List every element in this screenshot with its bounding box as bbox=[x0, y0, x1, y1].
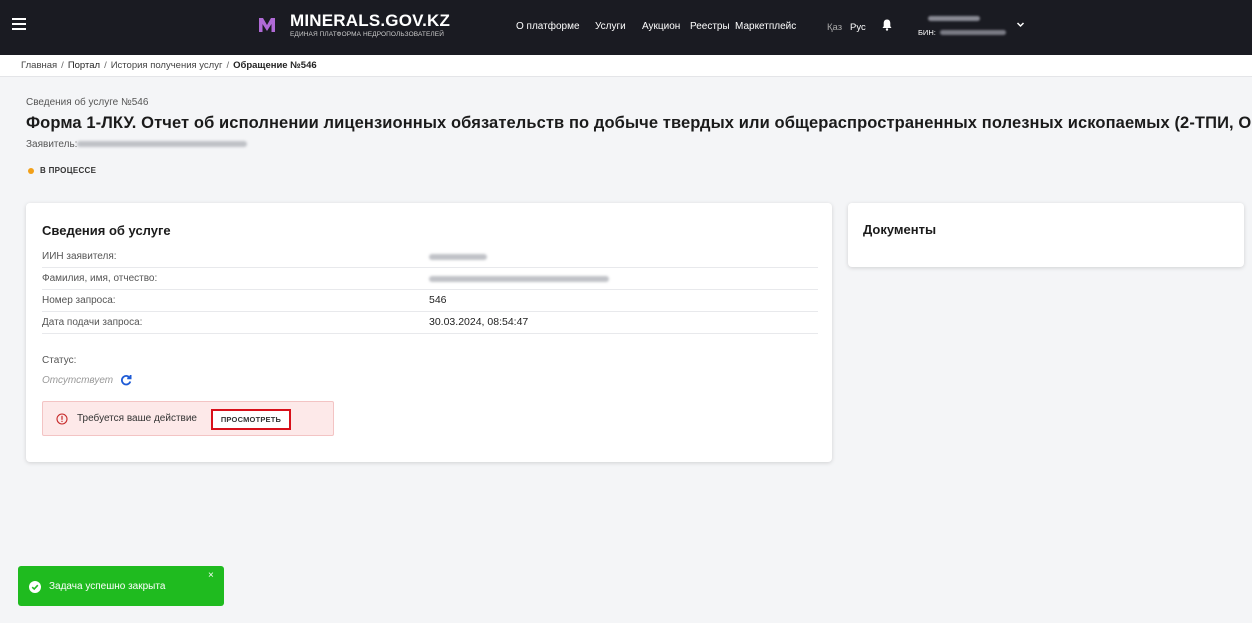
breadcrumb-history[interactable]: История получения услуг bbox=[111, 60, 223, 71]
applicant-label: Заявитель: bbox=[26, 139, 78, 150]
info-row-fullname: Фамилия, имя, отчество: bbox=[42, 269, 818, 290]
alert-text: Требуется ваше действие bbox=[77, 413, 197, 424]
status-value: Отсутствует bbox=[42, 375, 114, 386]
minerals-logo-icon[interactable] bbox=[258, 16, 276, 34]
info-row-request-number: Номер запроса: 546 bbox=[42, 291, 818, 312]
nav-marketplace[interactable]: Маркетплейс bbox=[735, 21, 796, 32]
top-navbar: MINERALS.GOV.KZ ЕДИНАЯ ПЛАТФОРМА НЕДРОПО… bbox=[0, 0, 1252, 55]
breadcrumb-separator: / bbox=[104, 60, 107, 71]
lang-ru[interactable]: Рус bbox=[850, 22, 866, 33]
breadcrumb-current: Обращение №546 bbox=[233, 60, 317, 71]
breadcrumb-home[interactable]: Главная bbox=[21, 60, 57, 71]
service-number: Сведения об услуге №546 bbox=[26, 97, 149, 108]
bin-label: БИН: bbox=[918, 28, 936, 37]
user-name-redacted bbox=[928, 16, 980, 21]
bin-value-redacted bbox=[940, 30, 1006, 35]
row-label: Номер запроса: bbox=[42, 295, 116, 306]
lang-kz[interactable]: Қаз bbox=[827, 22, 842, 33]
refresh-icon[interactable] bbox=[120, 374, 132, 386]
breadcrumb: Главная / Портал / История получения услуг / О… bbox=[0, 55, 1252, 77]
nav-auction[interactable]: Аукцион bbox=[642, 21, 680, 32]
applicant-name-redacted bbox=[77, 141, 247, 147]
bell-icon[interactable] bbox=[882, 19, 892, 31]
breadcrumb-portal[interactable]: Портал bbox=[68, 60, 100, 71]
action-required-alert: Требуется ваше действие ПРОСМОТРЕТЬ bbox=[42, 401, 334, 436]
fullname-value-redacted bbox=[429, 276, 609, 282]
status-badge: В ПРОЦЕССЕ bbox=[40, 166, 97, 175]
nav-services[interactable]: Услуги bbox=[595, 21, 626, 32]
row-label: Дата подачи запроса: bbox=[42, 317, 143, 328]
hamburger-icon[interactable] bbox=[12, 18, 26, 30]
documents-card-title: Документы bbox=[863, 222, 937, 237]
nav-about[interactable]: О платформе bbox=[516, 21, 580, 32]
success-toast: Задача успешно закрыта × bbox=[18, 566, 224, 606]
chevron-down-icon[interactable] bbox=[1016, 20, 1025, 29]
alert-circle-icon bbox=[56, 413, 68, 425]
breadcrumb-separator: / bbox=[226, 60, 230, 71]
row-label: ИИН заявителя: bbox=[42, 251, 117, 262]
row-label: Фамилия, имя, отчество: bbox=[42, 273, 158, 284]
close-icon[interactable]: × bbox=[208, 570, 214, 581]
logo-title[interactable]: MINERALS.GOV.KZ bbox=[290, 11, 450, 31]
info-row-request-date: Дата подачи запроса: 30.03.2024, 08:54:4… bbox=[42, 313, 818, 334]
view-button[interactable]: ПРОСМОТРЕТЬ bbox=[211, 409, 291, 430]
check-circle-icon bbox=[29, 581, 41, 593]
row-value: 30.03.2024, 08:54:47 bbox=[429, 316, 529, 328]
info-row-iin: ИИН заявителя: bbox=[42, 247, 818, 268]
page-title: Форма 1-ЛКУ. Отчет об исполнении лицензи… bbox=[26, 114, 1252, 132]
iin-value-redacted bbox=[429, 254, 487, 260]
status-dot-icon bbox=[28, 168, 34, 174]
toast-message: Задача успешно закрыта bbox=[49, 581, 166, 592]
breadcrumb-separator: / bbox=[61, 60, 64, 71]
row-value: 546 bbox=[429, 294, 447, 306]
nav-registries[interactable]: Реестры bbox=[690, 21, 730, 32]
status-label: Статус: bbox=[42, 355, 77, 366]
logo-subtitle: ЕДИНАЯ ПЛАТФОРМА НЕДРОПОЛЬЗОВАТЕЛЕЙ bbox=[290, 31, 445, 38]
service-card-title: Сведения об услуге bbox=[42, 223, 171, 238]
